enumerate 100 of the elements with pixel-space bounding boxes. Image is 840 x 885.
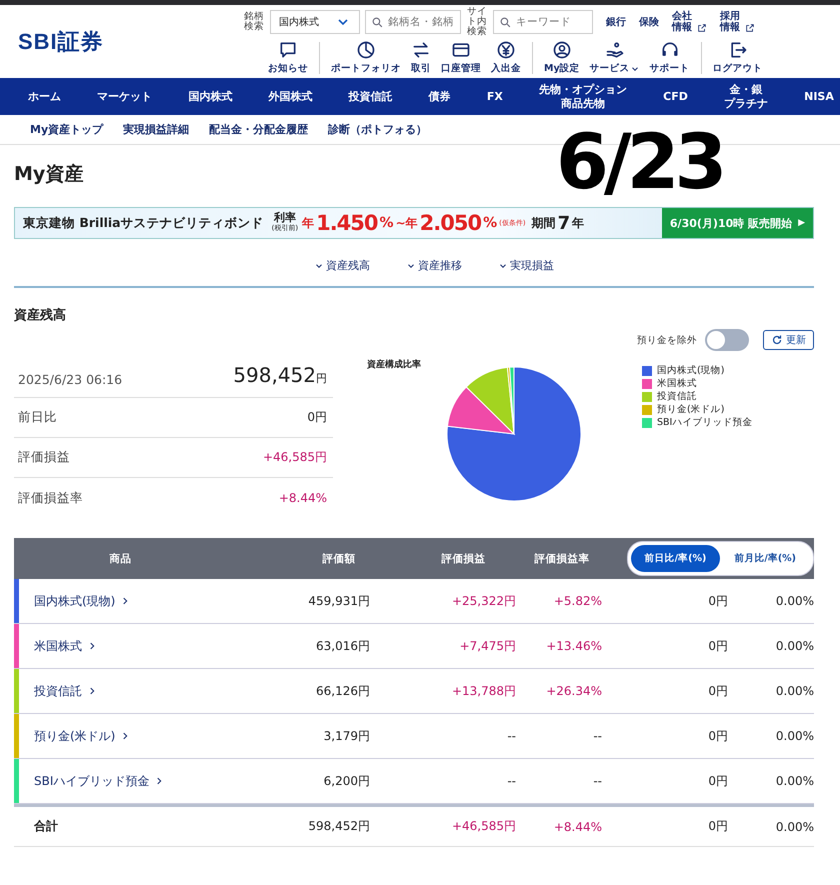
speech-bubble-icon <box>278 40 298 60</box>
timestamp: 2025/6/23 06:16 <box>18 372 122 387</box>
toolbar-button[interactable]: 口座管理 <box>436 40 486 75</box>
nav-item[interactable]: FX <box>486 90 503 104</box>
summary-label: 評価損益率 <box>18 490 83 506</box>
toolbar-button[interactable]: 取引 <box>406 40 436 75</box>
header-link[interactable]: 会社情報 <box>672 10 696 32</box>
logo[interactable]: SBI証券 <box>18 26 243 56</box>
product-link[interactable]: 預り金(米ドル) <box>34 728 116 744</box>
person-circle-icon <box>552 40 572 60</box>
handwritten-annotation: 6/23 <box>556 122 722 202</box>
toggle-label: 預り金を除外 <box>637 334 697 346</box>
table-cell-text: 0円 <box>707 772 728 790</box>
table-cell-text: 0.00% <box>774 594 814 608</box>
table-cell-text: 6,200円 <box>322 772 370 790</box>
table-cell-text: +8.44% <box>552 820 602 834</box>
table-cell-text: +13.46% <box>545 639 602 653</box>
table-cell-text: 0円 <box>707 728 728 744</box>
column-header: 評価損益 <box>440 552 487 566</box>
banner-text: 7 <box>558 212 570 234</box>
swap-arrows-icon <box>411 40 431 60</box>
toolbar-button[interactable]: サービス <box>584 40 645 75</box>
product-link[interactable]: 投資信託 <box>34 682 82 700</box>
chart-title: 資産構成比率 <box>366 358 422 372</box>
banner-text: 2.050 <box>420 211 482 235</box>
nav-item[interactable]: 先物・オプション 商品先物 <box>538 82 627 110</box>
nav-item[interactable]: NISA <box>804 90 834 104</box>
table-cell-text: +25,322円 <box>450 592 516 610</box>
table-cell-text: +5.82% <box>552 594 602 608</box>
row-label: 合計 <box>33 818 58 835</box>
header-link[interactable]: 採用情報 <box>720 10 744 32</box>
toolbar-button[interactable]: お知らせ <box>263 40 313 75</box>
table-cell-text: 598,452円 <box>307 818 370 835</box>
column-header: 商品 <box>108 552 133 566</box>
compare-tab[interactable]: 前月比/率(%) <box>720 545 810 572</box>
nav-item[interactable]: マーケット <box>97 90 152 104</box>
product-link[interactable]: SBIハイブリッド預金 <box>34 772 150 790</box>
summary-value: +46,585円 <box>262 449 327 466</box>
header-link[interactable]: 銀行 <box>606 14 626 28</box>
table-cell-text: 0.00% <box>774 684 814 698</box>
subnav-link[interactable]: 配当金・分配金履歴 <box>209 122 308 137</box>
toolbar-button[interactable]: ポートフォリオ <box>326 40 406 75</box>
refresh-button[interactable]: 更新 <box>763 330 814 350</box>
table-cell-text: 3,179円 <box>322 728 370 744</box>
banner-text: 年 <box>302 214 314 232</box>
nav-item[interactable]: 外国株式 <box>268 90 312 104</box>
nav-item[interactable]: 金・銀 プラチナ <box>724 82 768 110</box>
nav-item[interactable]: 投資信託 <box>348 90 393 104</box>
table-cell-text: 0円 <box>707 818 728 835</box>
nav-item[interactable]: ホーム <box>28 90 61 104</box>
banner-text: 期間 <box>532 214 556 232</box>
toolbar-button[interactable]: ログアウト <box>708 40 768 75</box>
table-cell-text: 63,016円 <box>315 638 370 654</box>
site-search-field[interactable]: キーワード <box>493 10 593 34</box>
banner-text: 利率 <box>274 213 296 223</box>
subnav-link[interactable]: 診断（ポトフォる） <box>328 122 428 137</box>
legend-label: SBIハイブリッド預金 <box>657 417 752 429</box>
table-cell-text: +13,788円 <box>450 682 516 700</box>
header-link[interactable]: 保険 <box>639 14 659 28</box>
stock-search-field[interactable]: 銘柄名・銘柄 <box>365 10 461 34</box>
toolbar-button[interactable]: My設定 <box>539 40 585 75</box>
nav-item[interactable]: CFD <box>663 90 688 104</box>
legend-label: 米国株式 <box>657 378 697 390</box>
anchor-link[interactable]: 資産推移 <box>406 258 462 273</box>
table-cell-text: -- <box>592 729 602 743</box>
table-cell-text: -- <box>506 774 516 788</box>
summary-value: 0円 <box>307 409 327 426</box>
market-dropdown[interactable]: 国内株式 <box>270 10 360 34</box>
section-title: 資産残高 <box>14 306 67 324</box>
table-cell-text: +46,585円 <box>450 818 516 835</box>
pie-chart-icon <box>356 40 376 60</box>
table-cell-text: 0.00% <box>774 774 814 788</box>
table-cell-text: 0.00% <box>774 729 814 743</box>
anchor-link[interactable]: 実現損益 <box>498 258 554 273</box>
table-cell-text: 0円 <box>707 638 728 654</box>
summary-label: 評価損益 <box>18 449 70 466</box>
table-cell-text: +26.34% <box>545 684 602 698</box>
subnav-link[interactable]: My資産トップ <box>30 122 104 137</box>
anchor-link[interactable]: 資産残高 <box>314 258 370 273</box>
column-header: 評価額 <box>321 552 356 566</box>
banner-text: % <box>483 215 498 231</box>
banner-text: % <box>380 215 394 231</box>
column-header: 評価損益率 <box>533 552 590 566</box>
compare-tab[interactable]: 前日比/率(%) <box>630 545 720 572</box>
search-label: サイト内検索 <box>466 6 488 36</box>
toolbar-button[interactable]: 入出金 <box>486 40 526 75</box>
table-cell-text: 0.00% <box>774 820 814 834</box>
product-link[interactable]: 国内株式(現物) <box>34 592 116 610</box>
subnav-link[interactable]: 実現損益詳細 <box>123 122 190 137</box>
product-link[interactable]: 米国株式 <box>34 638 82 654</box>
table-cell-text: -- <box>506 729 516 743</box>
total-value: 598,452 円 <box>233 363 327 387</box>
nav-item[interactable]: 債券 <box>428 90 451 104</box>
nav-item[interactable]: 国内株式 <box>188 90 232 104</box>
toggle-switch[interactable] <box>705 329 749 351</box>
search-label: 銘柄検索 <box>243 12 265 32</box>
toolbar-button[interactable]: サポート <box>644 40 695 75</box>
refresh-icon <box>771 334 783 346</box>
table-cell-text: 459,931円 <box>307 592 370 610</box>
summary-label: 前日比 <box>18 409 57 426</box>
